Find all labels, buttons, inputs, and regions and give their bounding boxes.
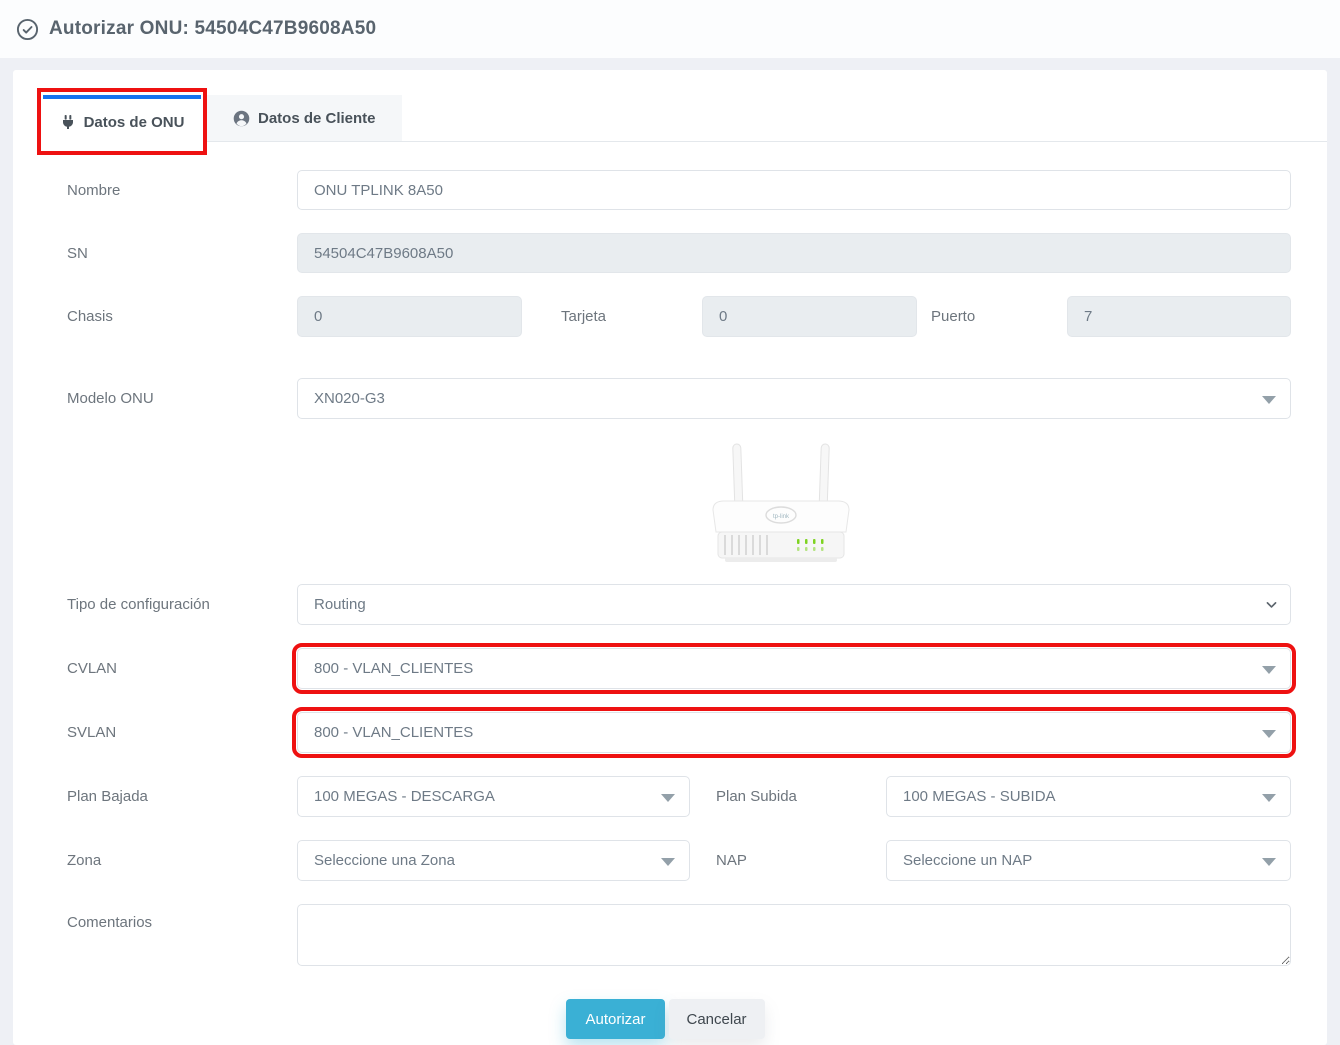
nap-label: NAP [716, 852, 886, 869]
chasis-input [297, 296, 522, 337]
nap-select[interactable]: Seleccione un NAP [886, 840, 1291, 881]
nap-value: Seleccione un NAP [903, 852, 1032, 869]
plan-subida-select[interactable]: 100 MEGAS - SUBIDA [886, 776, 1291, 817]
chasis-label: Chasis [40, 308, 297, 325]
plan-subida-label: Plan Subida [716, 788, 886, 805]
row-sn: SN [40, 233, 1291, 273]
chevron-down-icon [1262, 730, 1276, 738]
row-zona-nap: Zona Seleccione una Zona NAP Seleccione … [40, 840, 1291, 881]
authorize-onu-card: Datos de ONU Datos de Cliente Nombre SN [13, 70, 1327, 1045]
tipo-configuracion-label: Tipo de configuración [40, 596, 297, 613]
page-header: Autorizar ONU: 54504C47B9608A50 [0, 0, 1340, 58]
tipo-configuracion-select[interactable]: Routing [297, 584, 1291, 625]
chevron-down-icon [661, 858, 675, 866]
row-tipo-configuracion: Tipo de configuración Routing [40, 584, 1291, 625]
tab-datos-de-cliente[interactable]: Datos de Cliente [207, 95, 402, 141]
svlan-value: 800 - VLAN_CLIENTES [314, 724, 473, 741]
plan-bajada-value: 100 MEGAS - DESCARGA [314, 788, 495, 805]
svlan-label: SVLAN [40, 724, 297, 741]
plan-subida-value: 100 MEGAS - SUBIDA [903, 788, 1056, 805]
modelo-onu-label: Modelo ONU [40, 390, 297, 407]
tarjeta-label: Tarjeta [561, 308, 702, 325]
row-cvlan: CVLAN 800 - VLAN_CLIENTES [40, 648, 1291, 689]
comentarios-textarea[interactable] [297, 904, 1291, 966]
zona-value: Seleccione una Zona [314, 852, 455, 869]
sn-input [297, 233, 1291, 273]
chevron-down-icon [1265, 598, 1278, 611]
svlan-select[interactable]: 800 - VLAN_CLIENTES [297, 712, 1291, 753]
row-planes: Plan Bajada 100 MEGAS - DESCARGA Plan Su… [40, 776, 1291, 817]
chevron-down-icon [1262, 794, 1276, 802]
tab-bar: Datos de ONU Datos de Cliente [40, 88, 1291, 155]
row-nombre: Nombre [40, 170, 1291, 210]
cancelar-button[interactable]: Cancelar [669, 999, 765, 1039]
chevron-down-icon [1262, 858, 1276, 866]
tab-datos-de-onu[interactable]: Datos de ONU [43, 95, 201, 145]
cvlan-select[interactable]: 800 - VLAN_CLIENTES [297, 648, 1291, 689]
modelo-onu-select[interactable]: XN020-G3 [297, 378, 1291, 419]
cvlan-value: 800 - VLAN_CLIENTES [314, 660, 473, 677]
row-modelo-onu: Modelo ONU XN020-G3 [40, 378, 1291, 419]
page-title: Autorizar ONU: 54504C47B9608A50 [49, 18, 376, 40]
page-background: Datos de ONU Datos de Cliente Nombre SN [0, 58, 1340, 1045]
check-circle-icon [16, 18, 39, 41]
action-buttons: Autorizar Cancelar [40, 999, 1291, 1039]
plan-bajada-select[interactable]: 100 MEGAS - DESCARGA [297, 776, 690, 817]
row-svlan: SVLAN 800 - VLAN_CLIENTES [40, 712, 1291, 753]
chevron-down-icon [1262, 666, 1276, 674]
tarjeta-input [702, 296, 917, 337]
row-chasis-tarjeta-puerto: Chasis Tarjeta Puerto [40, 296, 1291, 337]
tipo-configuracion-value: Routing [314, 596, 366, 613]
tab-label: Datos de Cliente [258, 110, 376, 127]
chevron-down-icon [1262, 396, 1276, 404]
chevron-down-icon [661, 794, 675, 802]
puerto-input [1067, 296, 1291, 337]
row-comentarios: Comentarios [40, 904, 1291, 971]
plug-icon [60, 114, 76, 130]
nombre-label: Nombre [40, 182, 297, 199]
sn-label: SN [40, 245, 297, 262]
puerto-label: Puerto [931, 308, 1067, 325]
zona-label: Zona [40, 852, 297, 869]
modelo-onu-value: XN020-G3 [314, 390, 385, 407]
zona-select[interactable]: Seleccione una Zona [297, 840, 690, 881]
plan-bajada-label: Plan Bajada [40, 788, 297, 805]
comentarios-label: Comentarios [40, 904, 297, 931]
annotation-box-active-tab: Datos de ONU [37, 88, 207, 155]
user-circle-icon [233, 110, 250, 127]
nombre-input[interactable] [297, 170, 1291, 210]
tab-label: Datos de ONU [84, 114, 185, 131]
autorizar-button[interactable]: Autorizar [566, 999, 664, 1039]
svg-text:tp-link: tp-link [772, 514, 789, 520]
cvlan-label: CVLAN [40, 660, 297, 677]
onu-device-image: tp-link [40, 442, 1291, 564]
